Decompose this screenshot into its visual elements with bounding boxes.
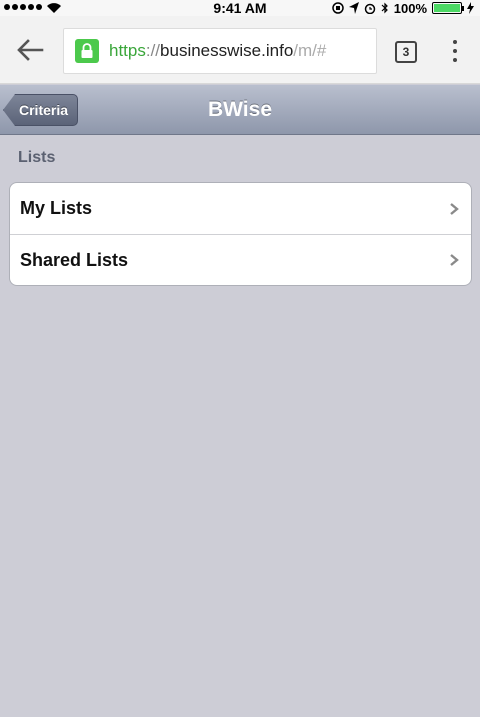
url-separator: :// [145,41,161,60]
orientation-lock-icon [332,2,344,14]
lists-group: My Lists Shared Lists [9,182,472,286]
address-bar[interactable]: https://businesswise.info/m/# [63,28,377,74]
battery-icon [432,2,464,14]
back-button-label: Criteria [19,102,69,118]
browser-back-arrow-icon[interactable] [16,38,44,62]
battery-percent: 100% [393,0,427,16]
section-header: Lists [18,149,56,166]
status-bar: 9:41 AM 100% [0,0,480,16]
overflow-menu-icon[interactable] [453,40,457,62]
list-item-my-lists[interactable]: My Lists [10,183,471,234]
list-item-label: My Lists [20,198,93,218]
lock-icon [75,39,99,63]
browser-toolbar: https://businesswise.info/m/# 3 [0,16,480,84]
list-item-shared-lists[interactable]: Shared Lists [10,234,471,285]
chevron-right-icon [450,202,459,215]
alarm-icon [364,3,375,14]
criteria-back-button[interactable]: Criteria [3,94,79,126]
url-text: https://businesswise.info/m/# [109,41,326,61]
list-item-label: Shared Lists [20,249,129,270]
location-icon [348,2,359,14]
url-scheme: https [109,41,146,60]
charging-icon [467,2,474,14]
bluetooth-icon [381,2,388,14]
app-nav-bar: Criteria BWise [0,85,480,135]
tabs-button[interactable]: 3 [395,41,417,63]
url-host: businesswise.info [160,41,294,60]
chevron-right-icon [450,254,459,266]
url-path: /m/# [293,41,327,60]
